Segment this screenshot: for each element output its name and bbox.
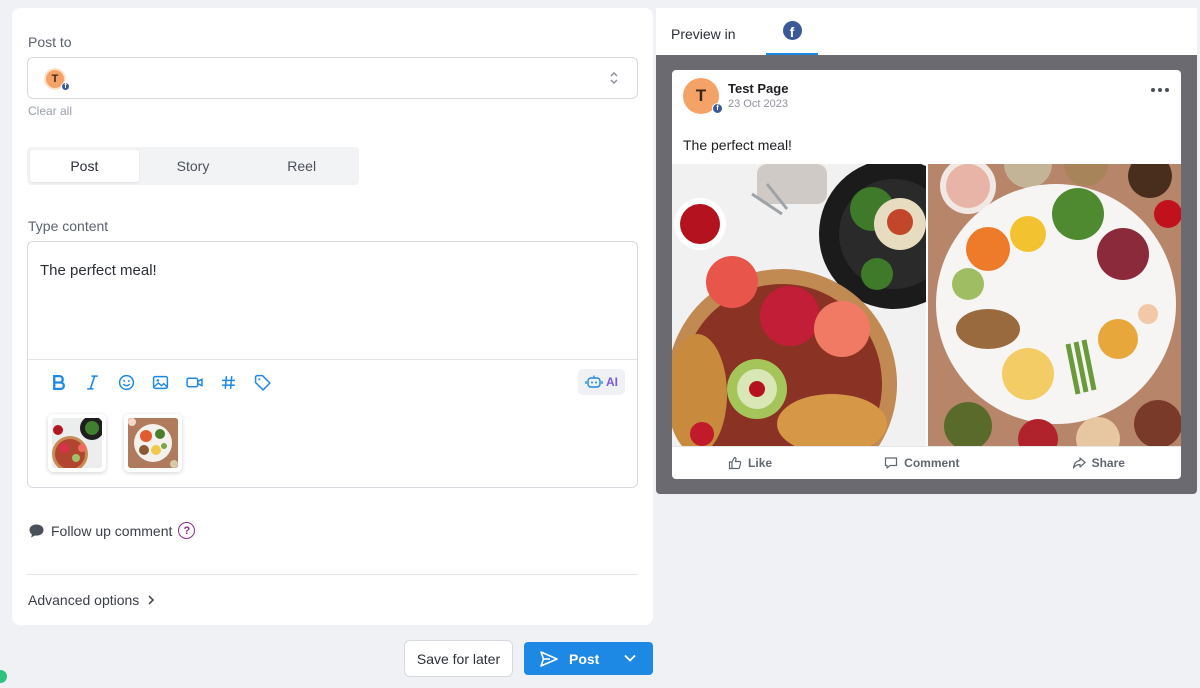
- video-icon[interactable]: [184, 371, 204, 393]
- food-plate-image: [672, 164, 926, 446]
- tab-reel[interactable]: Reel: [247, 150, 356, 182]
- tab-story[interactable]: Story: [139, 150, 248, 182]
- post-button[interactable]: Post: [524, 642, 653, 675]
- facebook-post-preview: T f Test Page 23 Oct 2023 The perfect me…: [672, 70, 1181, 479]
- tab-post[interactable]: Post: [30, 150, 139, 182]
- attachment-thumbnail-2[interactable]: [124, 414, 182, 472]
- advanced-options-toggle[interactable]: Advanced options: [28, 592, 155, 608]
- post-image-1: [672, 164, 926, 446]
- status-dot: [0, 670, 7, 683]
- chevron-down-icon[interactable]: [623, 651, 637, 665]
- help-icon[interactable]: ?: [178, 522, 196, 539]
- editor-toolbar: [48, 371, 272, 393]
- post-images: [672, 164, 1181, 446]
- share-icon: [1072, 457, 1086, 469]
- send-icon: [540, 650, 558, 667]
- facebook-badge-icon: f: [61, 82, 70, 91]
- post-caption: The perfect meal!: [683, 137, 792, 153]
- speech-bubble-icon: [29, 524, 44, 537]
- follow-up-label: Follow up comment: [51, 522, 173, 539]
- post-to-label: Post to: [28, 34, 72, 50]
- ai-assistant-button[interactable]: AI: [578, 369, 625, 395]
- robot-icon: [585, 375, 603, 388]
- tab-facebook-preview[interactable]: f: [766, 8, 818, 55]
- preview-in-label: Preview in: [671, 26, 736, 42]
- composer-panel: Post to T f Clear all Post Story Reel Ty…: [12, 8, 653, 625]
- food-plate-image: [52, 418, 102, 468]
- follow-up-comment[interactable]: Follow up comment ?: [28, 522, 196, 539]
- facebook-icon: f: [782, 21, 802, 40]
- image-icon[interactable]: [150, 371, 170, 393]
- more-options-icon[interactable]: [1151, 88, 1169, 92]
- chevron-right-icon: [148, 595, 155, 605]
- editor-divider: [28, 359, 637, 360]
- share-label: Share: [1091, 456, 1125, 470]
- share-button[interactable]: Share: [1072, 456, 1125, 470]
- post-date: 23 Oct 2023: [728, 98, 788, 110]
- comment-button[interactable]: Comment: [884, 456, 960, 470]
- post-image-2: [928, 164, 1181, 446]
- tag-icon[interactable]: [252, 371, 272, 393]
- comment-icon: [885, 457, 898, 469]
- page-name: Test Page: [728, 81, 789, 96]
- type-content-label: Type content: [28, 218, 109, 234]
- hashtag-icon[interactable]: [218, 371, 238, 393]
- attachment-thumbnail-1[interactable]: [48, 414, 106, 472]
- thumbs-up-icon: [728, 456, 742, 470]
- content-editor[interactable]: The perfect meal! AI: [27, 241, 638, 488]
- save-for-later-button[interactable]: Save for later: [404, 640, 513, 677]
- bold-icon[interactable]: [48, 371, 68, 393]
- preview-header: Preview in f: [656, 8, 1197, 55]
- post-type-tabs: Post Story Reel: [27, 147, 359, 185]
- content-text[interactable]: The perfect meal!: [40, 262, 157, 279]
- like-label: Like: [748, 456, 773, 470]
- clear-all-link[interactable]: Clear all: [28, 104, 72, 118]
- account-select[interactable]: T f: [27, 57, 638, 99]
- food-plate-image: [928, 164, 1181, 446]
- attachment-list: [48, 414, 182, 472]
- post-actions: Like Comment Share: [672, 446, 1181, 479]
- emoji-icon[interactable]: [116, 371, 136, 393]
- like-button[interactable]: Like: [728, 456, 772, 470]
- food-plate-image: [128, 418, 178, 468]
- select-arrows-icon: [610, 72, 618, 84]
- facebook-badge-icon: f: [712, 103, 723, 114]
- italic-icon[interactable]: [82, 371, 102, 393]
- divider: [27, 574, 638, 575]
- post-button-label: Post: [569, 650, 600, 667]
- ai-label: AI: [606, 375, 618, 389]
- advanced-options-label: Advanced options: [28, 592, 140, 608]
- comment-label: Comment: [904, 456, 960, 470]
